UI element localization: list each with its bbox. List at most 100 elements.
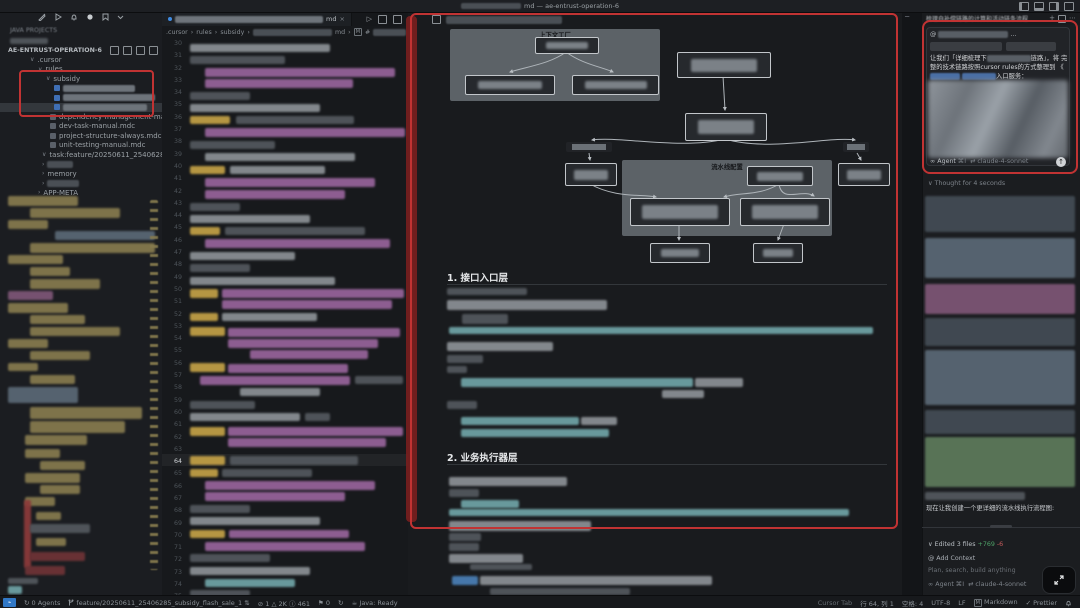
line-number: 35 bbox=[162, 99, 182, 111]
sidebar-item-dev-task-manual[interactable]: dev-task-manual.mdc bbox=[0, 122, 162, 132]
diagram-node bbox=[630, 198, 730, 226]
window-title-bar: md — ae-entrust-operation-6 bbox=[0, 0, 1080, 13]
open-preview-side-icon[interactable] bbox=[378, 15, 387, 24]
diagram-node bbox=[535, 37, 599, 54]
chevron-down-icon[interactable] bbox=[117, 14, 124, 20]
new-file-icon[interactable] bbox=[110, 46, 119, 55]
send-button[interactable]: ↑ bbox=[1056, 157, 1066, 167]
git-branch[interactable]: feature/20250611_25406285_subsidy_flash_… bbox=[68, 599, 249, 607]
mdc-file-icon bbox=[54, 85, 60, 91]
chat-divider-handle[interactable] bbox=[990, 525, 1012, 528]
thought-duration[interactable]: ∨ Thought for 4 seconds bbox=[928, 179, 1005, 188]
chat-input-placeholder[interactable]: Plan, search, build anything bbox=[928, 566, 1016, 575]
formatter-status[interactable]: ✓ Prettier bbox=[1026, 599, 1057, 607]
refresh-icon[interactable] bbox=[136, 46, 145, 55]
diff-added-count: +769 bbox=[978, 541, 995, 548]
remote-indicator[interactable]: ⌁ bbox=[3, 598, 16, 607]
projects-section-label[interactable]: JAVA PROJECTS bbox=[10, 26, 57, 35]
line-number: 33 bbox=[162, 75, 182, 87]
sidebar-item-memory-folder[interactable]: ›memory bbox=[0, 169, 162, 179]
line-number: 40 bbox=[162, 161, 182, 173]
sidebar-item-redacted-file[interactable] bbox=[0, 84, 162, 94]
sidebar-item-subsidy-folder[interactable]: ∨subsidy bbox=[0, 74, 162, 84]
toggle-panel-icon[interactable] bbox=[1034, 2, 1044, 11]
close-icon[interactable]: × bbox=[339, 15, 344, 23]
bookmark-icon[interactable] bbox=[102, 13, 109, 21]
line-number: 34 bbox=[162, 87, 182, 99]
chat-assistant-text: 现在让我创建一个更详细的流水线执行流程图: bbox=[926, 504, 1076, 513]
diagram-node bbox=[740, 198, 830, 226]
language-mode[interactable]: M Markdown bbox=[974, 598, 1018, 607]
chevron-down-icon: ∨ bbox=[46, 75, 50, 82]
line-number: 41 bbox=[162, 173, 182, 185]
line-number: 31 bbox=[162, 50, 182, 62]
new-chat-icon[interactable]: + bbox=[1049, 15, 1055, 22]
toggle-secondary-sidebar-icon[interactable] bbox=[1049, 2, 1059, 11]
history-icon[interactable] bbox=[1058, 15, 1066, 23]
chevron-down-icon: ∨ bbox=[38, 66, 42, 73]
editor-tab-active[interactable]: md × bbox=[162, 12, 352, 26]
line-number: 55 bbox=[162, 345, 182, 357]
breadcrumb[interactable]: .cursor› rules› subsidy› md› M # bbox=[166, 27, 406, 37]
sidebar-item-unit-testing[interactable]: unit-testing-manual.mdc bbox=[0, 141, 162, 151]
heading-rule bbox=[447, 464, 887, 465]
agent-mode-selector[interactable]: Agent bbox=[935, 581, 954, 588]
line-number: 48 bbox=[162, 259, 182, 271]
line-number: 70 bbox=[162, 530, 182, 542]
sidebar-item-app-meta-folder[interactable]: ›APP-META bbox=[0, 188, 162, 198]
sidebar-item-task-feature-folder[interactable]: ∨task:feature/20250611_25406285_subsidy_… bbox=[0, 150, 162, 160]
explorer-section-header[interactable]: AE-ENTRUST-OPERATION-6 bbox=[8, 46, 158, 55]
notifications-bell[interactable] bbox=[1065, 599, 1072, 607]
pen-icon[interactable] bbox=[38, 13, 46, 21]
line-number: 51 bbox=[162, 296, 182, 308]
eol-indicator[interactable]: LF bbox=[958, 599, 965, 607]
line-col-indicator[interactable]: 行 64, 列 1 bbox=[860, 598, 894, 608]
file-reference-pill[interactable] bbox=[1006, 42, 1056, 51]
line-number: 50 bbox=[162, 284, 182, 296]
file-reference-pill[interactable] bbox=[930, 42, 1002, 51]
add-context-button[interactable]: @ Add Context bbox=[928, 554, 975, 563]
java-status[interactable]: ☕ Java: Ready bbox=[352, 599, 398, 607]
agent-mode-selector[interactable]: Agent bbox=[937, 158, 956, 165]
line-number: 39 bbox=[162, 149, 182, 161]
layout-toggle-icons bbox=[1019, 2, 1074, 11]
record-dot-icon[interactable] bbox=[86, 13, 94, 21]
sidebar-item-redacted-file-selected[interactable] bbox=[0, 103, 162, 113]
chevron-right-icon: › bbox=[42, 170, 44, 177]
panel-collapse-dash[interactable]: ─ bbox=[905, 13, 909, 21]
problems-status[interactable]: ⊘ 1 △ 2K ⓘ 461 bbox=[258, 598, 310, 608]
line-number: 74 bbox=[162, 579, 182, 591]
sidebar-item-dependency-management[interactable]: dependency-management-manual.mdc bbox=[0, 112, 162, 122]
sync-icon[interactable]: ↻ bbox=[338, 599, 343, 607]
editor-panel bbox=[162, 12, 408, 595]
diagram-node bbox=[685, 113, 767, 141]
ports-status[interactable]: ⚑ 0 bbox=[318, 599, 330, 607]
more-icon[interactable]: ⋯ bbox=[1069, 15, 1076, 22]
markdown-symbol-icon: M bbox=[974, 599, 982, 607]
sidebar-item-rules-folder[interactable]: ∨rules bbox=[0, 65, 162, 75]
new-folder-icon[interactable] bbox=[123, 46, 132, 55]
split-editor-icon[interactable] bbox=[393, 15, 402, 24]
agents-status[interactable]: ↻ 0 Agents bbox=[24, 599, 60, 607]
chat-image-attachment[interactable] bbox=[928, 80, 1068, 158]
run-icon[interactable] bbox=[54, 13, 62, 21]
cursor-tab-status[interactable]: Cursor Tab bbox=[818, 599, 852, 607]
customize-layout-icon[interactable] bbox=[1064, 2, 1074, 11]
run-preview-icon[interactable]: ▷ bbox=[367, 15, 372, 23]
model-selector[interactable]: claude-4-sonnet bbox=[975, 581, 1026, 588]
sidebar-item-redacted-folder[interactable]: › bbox=[0, 160, 162, 170]
expand-button[interactable] bbox=[1042, 566, 1076, 594]
edited-files-row[interactable]: ∨ Edited 3 files +769 -6 bbox=[928, 540, 1003, 549]
chat-tab-title[interactable]: 梳理自补偿链路的计算和活动链条流程 bbox=[926, 14, 1046, 23]
toggle-sidebar-icon[interactable] bbox=[1019, 2, 1029, 11]
indentation-indicator[interactable]: 空格: 4 bbox=[902, 598, 923, 608]
encoding-indicator[interactable]: UTF-8 bbox=[931, 599, 950, 607]
model-selector[interactable]: claude-4-sonnet bbox=[977, 158, 1028, 165]
collapse-all-icon[interactable] bbox=[149, 46, 158, 55]
sidebar-item-redacted-folder[interactable]: › bbox=[0, 179, 162, 189]
sidebar-item-project-structure[interactable]: project-structure-always.mdc bbox=[0, 131, 162, 141]
sidebar-item-cursor-folder[interactable]: ∨.cursor bbox=[0, 55, 162, 65]
app-window: JAVA PROJECTS AE-ENTRUST-OPERATION-6 ∨.c… bbox=[0, 0, 1080, 608]
sidebar-item-redacted-file[interactable] bbox=[0, 93, 162, 103]
bell-icon[interactable] bbox=[70, 13, 78, 21]
